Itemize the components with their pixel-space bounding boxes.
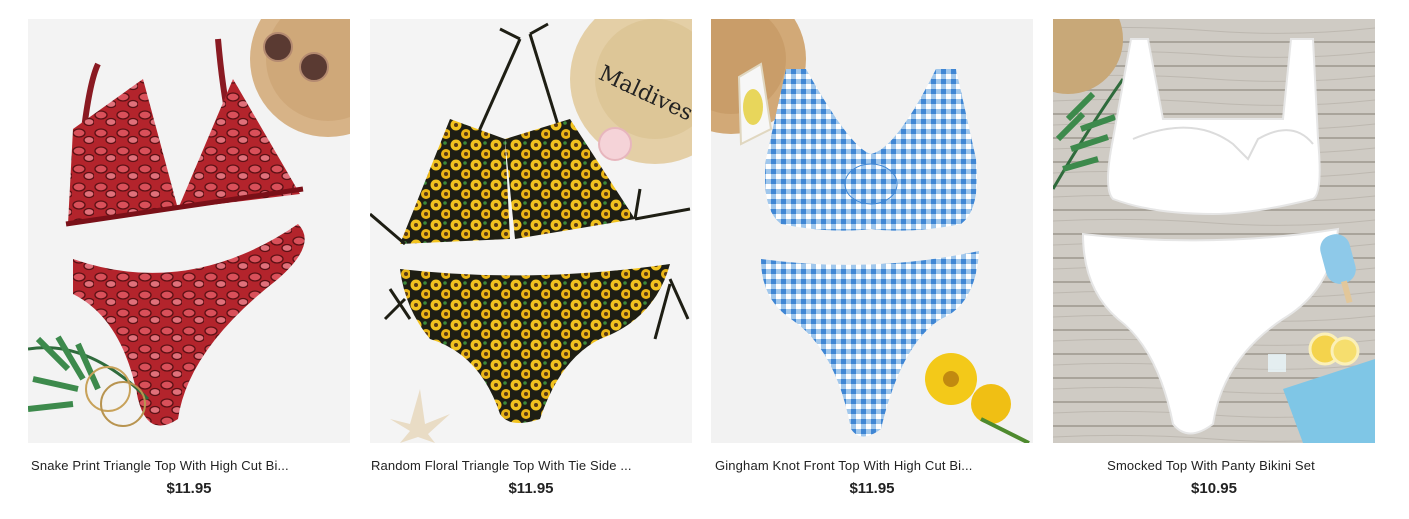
product-price: $10.95	[1191, 480, 1237, 497]
product-price: $11.95	[849, 480, 895, 497]
product-image[interactable]	[711, 19, 1033, 443]
product-name[interactable]: Snake Print Triangle Top With High Cut B…	[28, 458, 350, 474]
product-name[interactable]: Gingham Knot Front Top With High Cut Bi.…	[711, 458, 1033, 474]
product-card[interactable]: Snake Print Triangle Top With High Cut B…	[28, 19, 350, 498]
product-image[interactable]	[28, 19, 350, 443]
product-price: $11.95	[166, 480, 212, 497]
product-name[interactable]: Random Floral Triangle Top With Tie Side…	[370, 458, 692, 474]
product-name[interactable]: Smocked Top With Panty Bikini Set	[1053, 458, 1375, 474]
product-card[interactable]: Gingham Knot Front Top With High Cut Bi.…	[711, 19, 1033, 498]
product-card[interactable]: Smocked Top With Panty Bikini Set $10.95	[1053, 19, 1375, 498]
product-image[interactable]	[1053, 19, 1375, 443]
product-image[interactable]: Maldives	[370, 19, 692, 443]
product-card[interactable]: Maldives Random Floral Triangle Top With…	[370, 19, 692, 498]
product-price: $11.95	[508, 480, 554, 497]
